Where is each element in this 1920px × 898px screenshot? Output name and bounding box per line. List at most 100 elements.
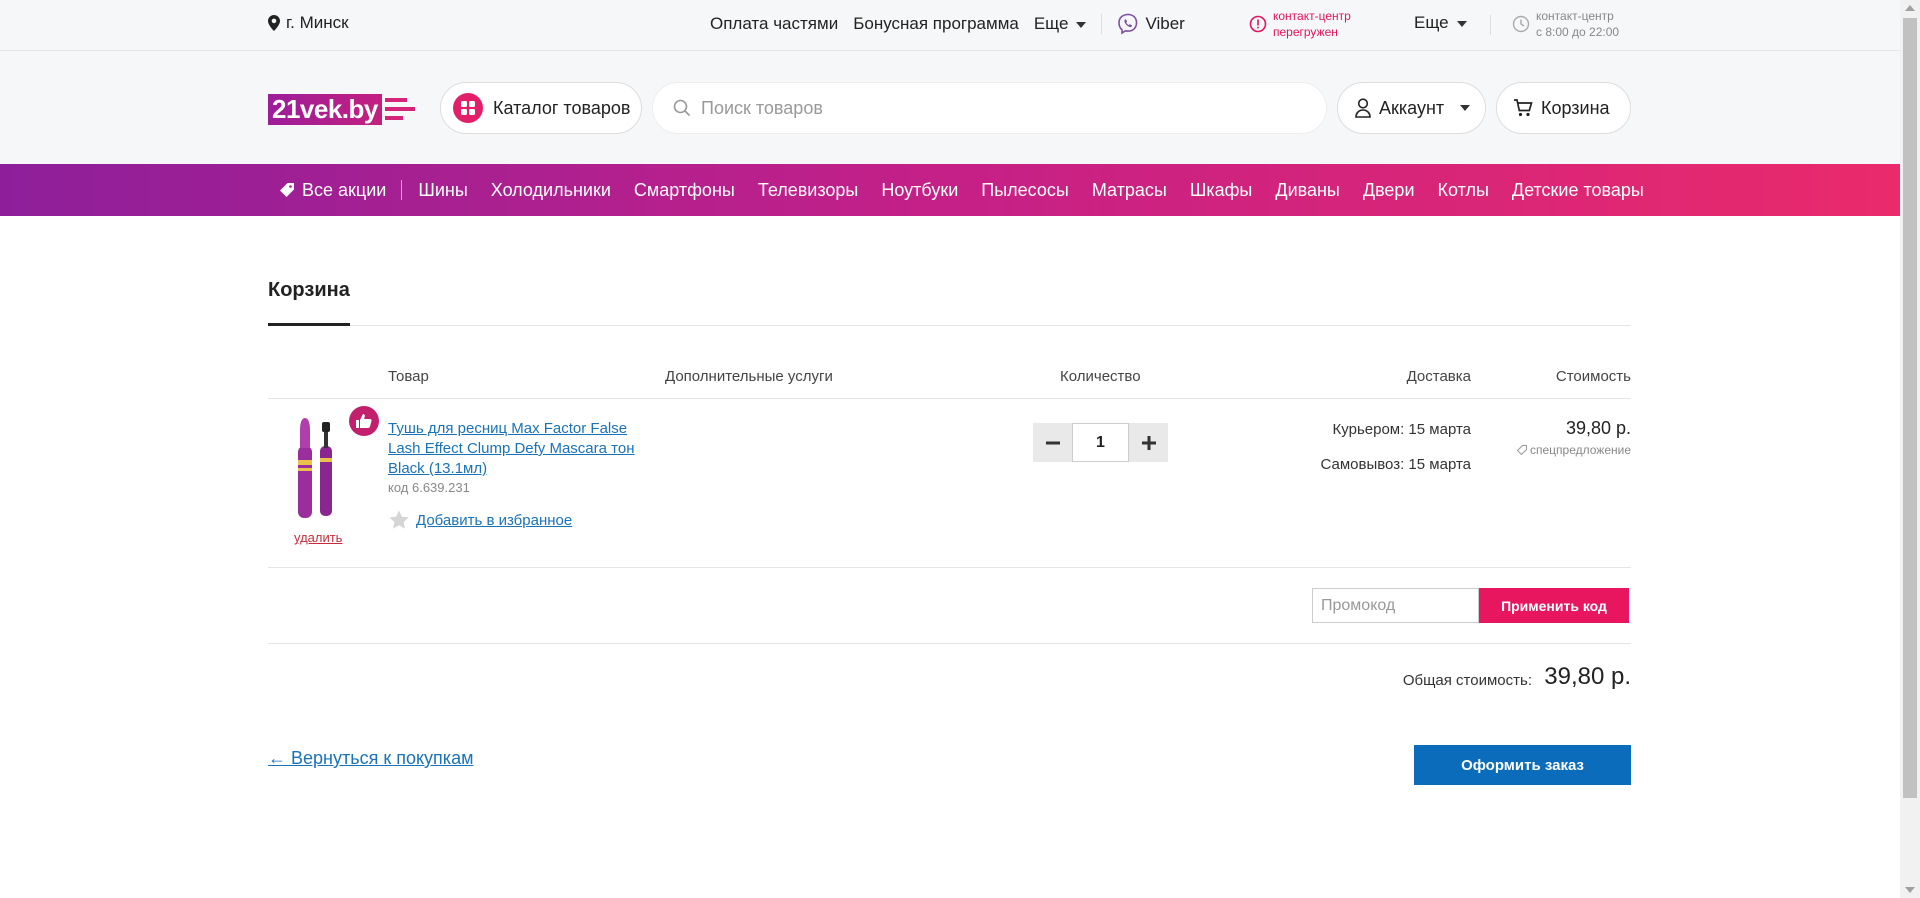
cart-label: Корзина [1541, 97, 1610, 118]
tag-icon [1516, 445, 1527, 455]
link-bonus-program[interactable]: Бонусная программа [853, 14, 1019, 34]
nav-item-laptops[interactable]: Ноутбуки [881, 180, 958, 201]
logo-stripes [384, 98, 415, 120]
back-to-shopping-link[interactable]: ← Вернуться к покупкам [268, 748, 473, 769]
divider [1101, 14, 1103, 34]
add-to-favorites[interactable]: Добавить в избранное [388, 509, 572, 531]
more-label: Еще [1033, 14, 1069, 33]
scroll-down-icon[interactable] [1905, 887, 1915, 893]
star-icon [389, 510, 409, 529]
divider [268, 643, 1631, 644]
total-label: Общая стоимость: [1402, 672, 1532, 689]
quantity-value[interactable]: 1 [1072, 423, 1129, 462]
top-bar: г. Минск Оплата частями Бонусная програм… [0, 0, 1900, 51]
favorites-label: Добавить в избранное [416, 511, 573, 529]
apply-promo-button[interactable]: Применить код [1479, 588, 1629, 623]
category-nav: Все акции Шины Холодильники Смартфоны Те… [0, 164, 1900, 216]
nav-all-promos[interactable]: Все акции [280, 180, 386, 201]
nav-item-vacuums[interactable]: Пылесосы [981, 180, 1069, 201]
checkout-button[interactable]: Оформить заказ [1414, 745, 1631, 785]
product-name-link[interactable]: Тушь для ресниц Max Factor False Lash Ef… [388, 419, 648, 479]
location-pin-icon [268, 15, 280, 31]
chevron-down-icon [1076, 21, 1087, 28]
hours-line-1: контакт-центр [1536, 9, 1614, 23]
link-installments[interactable]: Оплата частями [710, 14, 838, 34]
clock-icon [1512, 15, 1530, 33]
account-label: Аккаунт [1379, 97, 1445, 118]
page-scrollbar[interactable] [1900, 0, 1920, 898]
top-links: Оплата частями Бонусная программа Еще Vi… [710, 13, 1185, 35]
city-label: г. Минск [286, 13, 349, 32]
site-logo[interactable]: 21vek.by [268, 93, 415, 125]
city-selector[interactable]: г. Минск [268, 13, 349, 33]
nav-item-fridges[interactable]: Холодильники [491, 180, 611, 201]
chevron-down-icon [1456, 20, 1467, 27]
column-header-product: Товар [388, 368, 429, 385]
divider [268, 398, 1631, 399]
cart-icon [1514, 99, 1533, 117]
warning-icon [1249, 15, 1267, 33]
hours-line-2: с 8:00 до 22:00 [1536, 25, 1620, 39]
like-badge-icon [349, 406, 379, 436]
nav-item-tvs[interactable]: Телевизоры [758, 180, 859, 201]
total-value: 39,80 р. [1544, 663, 1631, 690]
column-header-quantity: Количество [1060, 368, 1141, 385]
scrollbar-thumb[interactable] [1903, 18, 1917, 798]
delete-item-link[interactable]: удалить [294, 530, 342, 545]
column-header-cost: Стоимость [1555, 368, 1631, 385]
more-menu-2[interactable]: Еще [1414, 13, 1467, 33]
viber-link[interactable]: Viber [1117, 13, 1185, 35]
page-title: Корзина [268, 279, 350, 301]
active-tab-underline [268, 323, 350, 326]
tag-icon [280, 183, 294, 197]
nav-item-boilers[interactable]: Котлы [1438, 180, 1489, 201]
catalog-button[interactable]: Каталог товаров [440, 82, 642, 134]
nav-item-sofas[interactable]: Диваны [1275, 180, 1340, 201]
more-menu-1[interactable]: Еще [1034, 14, 1087, 34]
decrease-quantity-button[interactable] [1033, 423, 1072, 462]
special-offer-label: спецпредложение [1516, 443, 1631, 457]
nav-item-smartphones[interactable]: Смартфоны [634, 180, 735, 201]
divider [268, 325, 1631, 326]
scroll-up-icon[interactable] [1905, 5, 1915, 11]
divider [1490, 15, 1491, 35]
nav-item-tires[interactable]: Шины [418, 180, 467, 201]
divider [268, 567, 1631, 568]
special-offer-text: спецпредложение [1529, 443, 1631, 457]
cart-button[interactable]: Корзина [1496, 82, 1631, 134]
increase-quantity-button[interactable] [1129, 423, 1168, 462]
nav-item-wardrobes[interactable]: Шкафы [1190, 180, 1253, 201]
product-code: код 6.639.231 [388, 480, 470, 495]
delivery-pickup: Самовывоз: 15 марта [1320, 456, 1472, 473]
contact-center-hours: контакт-центр с 8:00 до 22:00 [1512, 8, 1619, 40]
nav-item-kids[interactable]: Детские товары [1512, 180, 1644, 201]
search-input[interactable] [701, 97, 1301, 119]
warning-line-1: контакт-центр [1273, 9, 1351, 23]
viber-icon [1118, 13, 1138, 35]
promo-code-input[interactable] [1312, 588, 1479, 623]
minus-icon [1045, 441, 1060, 444]
column-header-delivery: Доставка [1406, 368, 1471, 385]
delivery-courier: Курьером: 15 марта [1332, 421, 1471, 438]
divider [401, 180, 403, 200]
header: 21vek.by Каталог товаров Поиск товаров А… [0, 51, 1900, 164]
product-image[interactable] [290, 416, 340, 524]
nav-item-doors[interactable]: Двери [1363, 180, 1415, 201]
page: г. Минск Оплата частями Бонусная програм… [0, 0, 1920, 898]
nav-label: Все акции [302, 179, 387, 200]
logo-text: 21vek.by [268, 93, 382, 125]
chevron-down-icon [1460, 105, 1471, 111]
quantity-stepper: 1 [1033, 423, 1168, 462]
more-label: Еще [1414, 13, 1449, 32]
account-button[interactable]: Аккаунт [1337, 82, 1486, 134]
catalog-label: Каталог товаров [493, 97, 631, 118]
grid-icon [453, 93, 483, 123]
contact-center-warning: контакт-центр перегружен [1249, 8, 1351, 40]
search-icon [673, 99, 691, 117]
item-price: 39,80 р. [1565, 418, 1631, 438]
column-header-services: Дополнительные услуги [665, 368, 833, 385]
nav-item-mattresses[interactable]: Матрасы [1092, 180, 1167, 201]
plus-icon [1141, 435, 1156, 450]
user-icon [1355, 98, 1371, 118]
search-box [652, 82, 1327, 134]
